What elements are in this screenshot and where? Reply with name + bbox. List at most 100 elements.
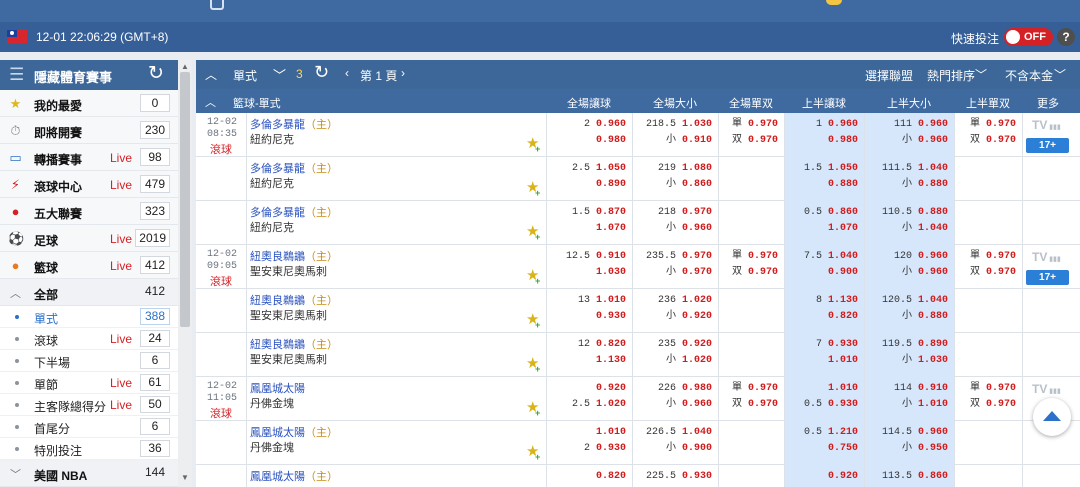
odds-line[interactable]: 小 0.950 (902, 443, 948, 455)
odds-value[interactable]: 0.920 (828, 471, 858, 482)
odds-line[interactable]: 0.820 (822, 311, 858, 323)
odds-line[interactable]: 小 0.970 (666, 267, 712, 279)
odds-value[interactable]: 0.820 (596, 339, 626, 350)
odds-value[interactable]: 0.930 (596, 311, 626, 322)
odds-value[interactable]: 0.920 (682, 339, 712, 350)
odds-value[interactable]: 1.010 (918, 399, 948, 410)
odds-line[interactable]: 0.750 (822, 443, 858, 455)
odds-line[interactable]: 0.980 (822, 135, 858, 147)
more-bets-button[interactable]: 17+ (1026, 138, 1069, 153)
odds-value[interactable]: 0.880 (918, 311, 948, 322)
odds-line[interactable]: 1.070 (590, 223, 626, 235)
odds-value[interactable]: 1.030 (918, 355, 948, 366)
odds-value[interactable]: 0.970 (986, 135, 1016, 146)
odds-line[interactable]: 單 0.970 (732, 119, 778, 131)
odds-line[interactable]: 双 0.970 (970, 399, 1016, 411)
header-notification-icon[interactable] (826, 0, 842, 5)
principal-chevron-icon[interactable]: ﹀ (1054, 66, 1066, 83)
odds-line[interactable]: 119.5 0.890 (882, 339, 948, 351)
odds-value[interactable]: 1.070 (596, 223, 626, 234)
odds-line[interactable]: 小 1.040 (902, 223, 948, 235)
odds-line[interactable]: 0.5 0.930 (804, 399, 858, 411)
home-team[interactable]: 鳳凰城太陽 (250, 383, 305, 396)
odds-line[interactable]: 0.5 1.210 (804, 427, 858, 439)
odds-line[interactable]: 226 0.980 (658, 383, 712, 395)
odds-line[interactable]: 2 0.930 (584, 443, 626, 455)
favorite-star-icon[interactable]: ★ + (526, 268, 540, 287)
odds-value[interactable]: 1.080 (682, 163, 712, 174)
sidebar-scrollbar[interactable]: ▲ ▼ (178, 60, 192, 487)
odds-line[interactable]: 1 0.960 (816, 119, 858, 131)
tv-icon[interactable]: TV ▮▮▮ (1032, 382, 1061, 396)
odds-line[interactable]: 0.920 (822, 471, 858, 483)
odds-line[interactable]: 1.030 (590, 267, 626, 279)
odds-value[interactable]: 1.020 (682, 355, 712, 366)
sidebar-subitem[interactable]: 首尾分 6 (0, 416, 178, 438)
odds-value[interactable]: 1.010 (596, 295, 626, 306)
sidebar-subitem[interactable]: 特別投注 36 (0, 438, 178, 460)
home-team[interactable]: 多倫多暴龍（主） (250, 119, 338, 132)
odds-value[interactable]: 0.870 (596, 207, 626, 218)
odds-line[interactable]: 0.880 (822, 179, 858, 191)
refresh-icon[interactable]: ↻ (148, 64, 164, 84)
odds-value[interactable]: 0.910 (596, 251, 626, 262)
sidebar-item[interactable]: ⚡ 滾球中心 Live 479 (0, 171, 178, 198)
odds-line[interactable]: 小 0.920 (666, 311, 712, 323)
odds-value[interactable]: 0.930 (828, 399, 858, 410)
odds-line[interactable]: 小 0.960 (902, 267, 948, 279)
away-team[interactable]: 紐約尼克 (250, 178, 294, 191)
odds-line[interactable]: 小 0.960 (666, 223, 712, 235)
odds-value[interactable]: 1.130 (828, 295, 858, 306)
scroll-up-icon[interactable]: ▲ (181, 62, 189, 71)
sidebar-subitem[interactable]: 單式 388 (0, 306, 178, 328)
odds-line[interactable]: 111.5 1.040 (882, 163, 948, 175)
favorite-star-icon[interactable]: ★ + (526, 136, 540, 155)
help-button[interactable]: ? (1057, 28, 1075, 46)
home-team[interactable]: 鳳凰城太陽（主） (250, 427, 338, 440)
odds-line[interactable]: 225.5 0.930 (646, 471, 712, 483)
odds-value[interactable]: 0.900 (828, 267, 858, 278)
odds-value[interactable]: 0.970 (748, 399, 778, 410)
odds-value[interactable]: 0.970 (748, 135, 778, 146)
odds-line[interactable]: 1.130 (590, 355, 626, 367)
odds-line[interactable]: 單 0.970 (970, 119, 1016, 131)
odds-value[interactable]: 1.010 (828, 355, 858, 366)
odds-line[interactable]: 13 1.010 (578, 295, 626, 307)
odds-value[interactable]: 0.930 (682, 471, 712, 482)
odds-line[interactable]: 小 1.030 (902, 355, 948, 367)
odds-line[interactable]: 單 0.970 (970, 383, 1016, 395)
odds-value[interactable]: 1.010 (596, 427, 626, 438)
odds-line[interactable]: 235.5 0.970 (646, 251, 712, 263)
odds-line[interactable]: 1.010 (590, 427, 626, 439)
odds-value[interactable]: 0.970 (986, 119, 1016, 130)
odds-value[interactable]: 0.970 (986, 399, 1016, 410)
odds-value[interactable]: 0.910 (918, 383, 948, 394)
sidebar-subitem[interactable]: 主客隊總得分 Live 50 (0, 394, 178, 416)
sidebar-item[interactable]: ● 五大聯賽 323 (0, 198, 178, 225)
odds-value[interactable]: 1.050 (596, 163, 626, 174)
odds-line[interactable]: 0.980 (590, 135, 626, 147)
more-bets-button[interactable]: 17+ (1026, 270, 1069, 285)
odds-line[interactable]: 2.5 1.050 (572, 163, 626, 175)
odds-value[interactable]: 1.040 (828, 251, 858, 262)
odds-line[interactable]: 1.070 (822, 223, 858, 235)
odds-value[interactable]: 1.130 (596, 355, 626, 366)
odds-line[interactable]: 0.920 (590, 383, 626, 395)
scroll-down-icon[interactable]: ▼ (181, 473, 189, 482)
odds-line[interactable]: 双 0.970 (732, 135, 778, 147)
sidebar-item[interactable]: ⏱ 即將開賽 230 (0, 117, 178, 144)
away-team[interactable]: 聖安東尼奧馬刺 (250, 266, 327, 279)
sidebar-item[interactable]: ⚽ 足球 Live 2019 (0, 225, 178, 252)
odds-line[interactable]: 2.5 1.020 (572, 399, 626, 411)
select-league-button[interactable]: 選擇聯盟 (865, 67, 913, 84)
odds-value[interactable]: 1.040 (682, 427, 712, 438)
tv-icon[interactable]: TV ▮▮▮ (1032, 118, 1061, 132)
odds-value[interactable]: 0.970 (748, 267, 778, 278)
odds-line[interactable]: 小 1.020 (666, 355, 712, 367)
odds-line[interactable]: 12 0.820 (578, 339, 626, 351)
odds-value[interactable]: 0.890 (918, 339, 948, 350)
odds-line[interactable]: 218.5 1.030 (646, 119, 712, 131)
odds-value[interactable]: 0.970 (748, 251, 778, 262)
odds-line[interactable]: 0.890 (590, 179, 626, 191)
odds-value[interactable]: 0.970 (986, 251, 1016, 262)
